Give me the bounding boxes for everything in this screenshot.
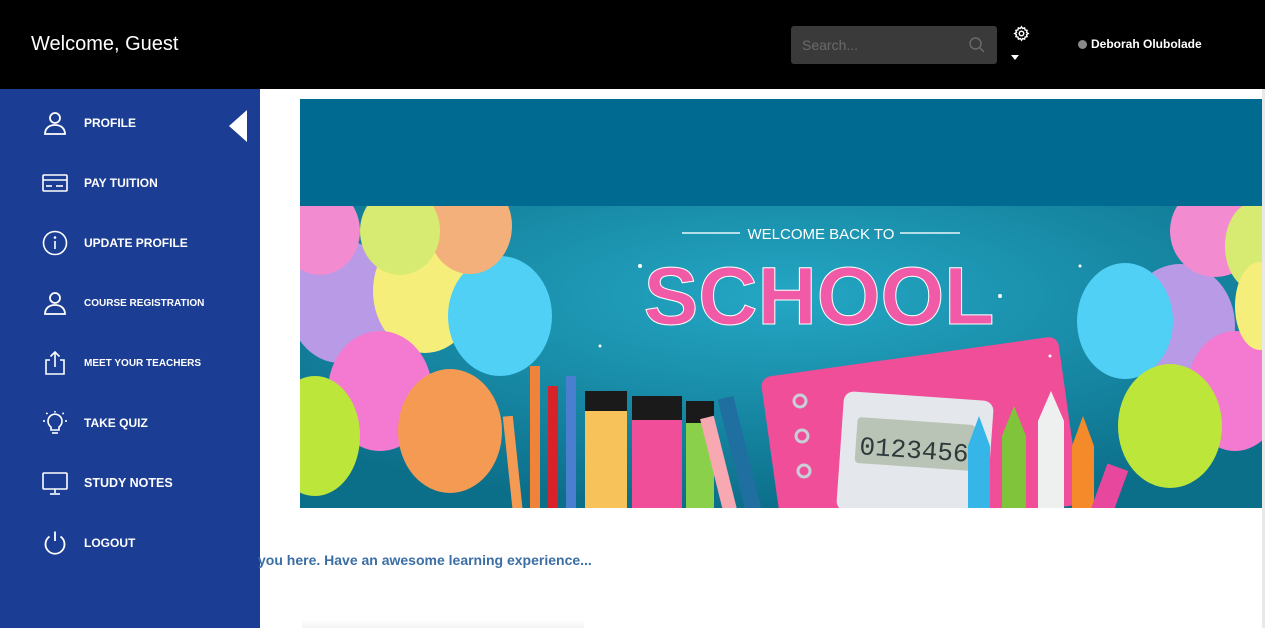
lightbulb-icon [43, 411, 67, 434]
search-box[interactable] [791, 26, 997, 64]
sidebar-item-label: PAY TUITION [84, 176, 158, 190]
back-to-school-illustration: WELCOME BACK TO SCHOOL 0123456 [300, 206, 1265, 508]
power-icon [44, 531, 66, 555]
banner-title: SCHOOL [644, 251, 995, 342]
globe-icon [1078, 39, 1087, 49]
sidebar: PROFILE PAY TUITION UPDATE PROFILE COURS… [0, 89, 260, 628]
welcome-message: you here. Have an awesome learning exper… [258, 552, 592, 568]
card-edge [302, 620, 584, 628]
sidebar-item-logout[interactable]: LOGOUT [0, 513, 260, 573]
sidebar-item-label: UPDATE PROFILE [84, 236, 188, 250]
user-menu[interactable]: Deborah Olubolade [1078, 37, 1202, 51]
chevron-down-icon[interactable] [1011, 55, 1019, 60]
sidebar-item-study-notes[interactable]: STUDY NOTES [0, 453, 260, 513]
sidebar-item-update-profile[interactable]: UPDATE PROFILE [0, 213, 260, 273]
search-input[interactable] [791, 26, 997, 64]
active-indicator [229, 110, 247, 142]
banner-subtitle: WELCOME BACK TO [748, 226, 895, 243]
sidebar-item-take-quiz[interactable]: TAKE QUIZ [0, 393, 260, 453]
search-icon[interactable] [968, 36, 986, 54]
welcome-banner: WELCOME BACK TO SCHOOL 0123456 [300, 99, 1265, 508]
welcome-text: Welcome, Guest [31, 33, 179, 55]
sidebar-item-label: TAKE QUIZ [84, 416, 148, 430]
banner-header [300, 99, 1265, 206]
sidebar-item-profile[interactable]: PROFILE [0, 93, 260, 153]
sidebar-item-label: STUDY NOTES [84, 476, 173, 490]
sidebar-item-label: LOGOUT [84, 536, 136, 550]
user-icon [44, 112, 66, 135]
credit-card-icon [42, 174, 68, 192]
top-bar: Welcome, Guest Deborah Olubolade [0, 0, 1265, 89]
sidebar-item-label: COURSE REGISTRATION [84, 297, 205, 309]
user-icon [44, 292, 66, 315]
sidebar-item-label: PROFILE [84, 116, 137, 130]
monitor-icon [42, 472, 68, 495]
share-icon [45, 350, 65, 375]
sidebar-item-meet-your-teachers[interactable]: MEET YOUR TEACHERS [0, 333, 260, 393]
info-icon [42, 230, 68, 256]
sidebar-item-pay-tuition[interactable]: PAY TUITION [0, 153, 260, 213]
sidebar-item-label: MEET YOUR TEACHERS [84, 357, 202, 369]
sidebar-item-course-registration[interactable]: COURSE REGISTRATION [0, 273, 260, 333]
gear-icon[interactable] [1013, 25, 1030, 42]
user-name: Deborah Olubolade [1091, 37, 1202, 51]
